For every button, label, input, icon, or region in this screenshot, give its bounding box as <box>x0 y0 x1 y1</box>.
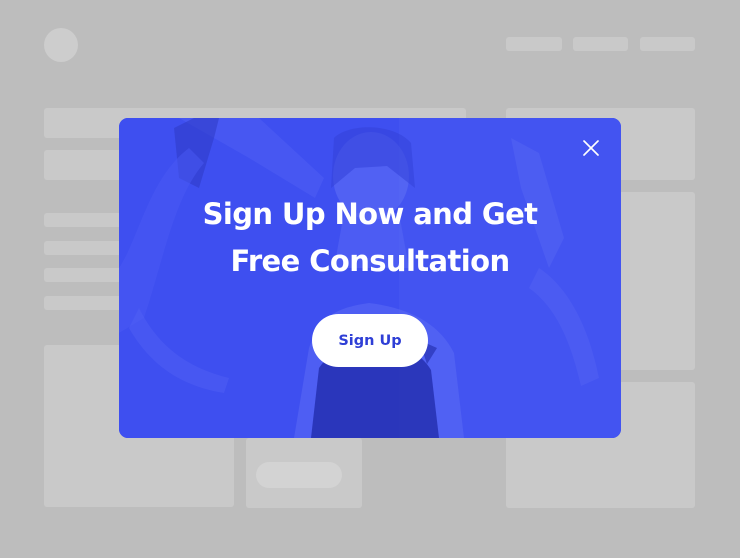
signup-popup: Sign Up Now and Get Free Consultation Si… <box>119 118 621 438</box>
popup-title-line-1: Sign Up Now and Get <box>202 197 538 231</box>
popup-title-line-2: Free Consultation <box>230 244 511 278</box>
background-button-placeholder <box>256 462 342 488</box>
background-nav-placeholder <box>573 37 628 51</box>
close-button[interactable] <box>579 136 603 160</box>
close-icon <box>583 140 599 156</box>
background-nav-placeholder <box>506 37 562 51</box>
background-nav-placeholder <box>640 37 695 51</box>
popup-content: Sign Up Now and Get Free Consultation Si… <box>119 118 621 438</box>
sign-up-button[interactable]: Sign Up <box>312 314 428 367</box>
popup-title: Sign Up Now and Get Free Consultation <box>139 191 601 285</box>
background-logo-placeholder <box>44 28 78 62</box>
